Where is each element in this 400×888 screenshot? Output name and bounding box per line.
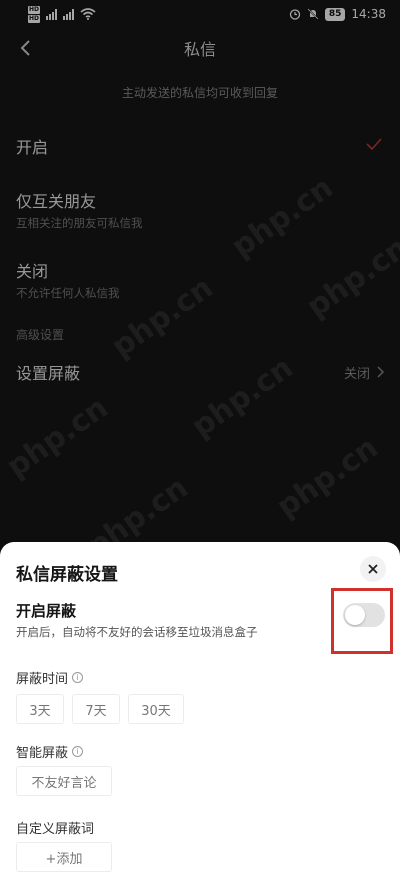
smart-shield-text: 智能屏蔽 bbox=[16, 746, 69, 761]
custom-words-options: +添加 bbox=[16, 842, 112, 872]
enable-shield-toggle[interactable] bbox=[343, 603, 385, 627]
smart-shield-label: 智能屏蔽 i bbox=[16, 742, 84, 761]
shield-time-text: 屏蔽时间 bbox=[16, 672, 69, 687]
close-icon bbox=[368, 564, 378, 574]
time-option-30d[interactable]: 30天 bbox=[128, 694, 184, 724]
close-button[interactable] bbox=[360, 556, 386, 582]
toggle-knob bbox=[345, 605, 365, 625]
smart-shield-options: 不友好言论 bbox=[16, 766, 112, 796]
shield-time-label: 屏蔽时间 i bbox=[16, 668, 84, 687]
add-word-button[interactable]: +添加 bbox=[16, 842, 112, 872]
enable-shield-title: 开启屏蔽 bbox=[16, 602, 77, 620]
enable-shield-desc: 开启后，自动将不友好的会话移至垃圾消息盒子 bbox=[16, 625, 258, 639]
custom-words-text: 自定义屏蔽词 bbox=[16, 822, 95, 837]
info-icon[interactable]: i bbox=[72, 746, 84, 757]
time-option-3d[interactable]: 3天 bbox=[16, 694, 64, 724]
smart-option-unfriendly[interactable]: 不友好言论 bbox=[16, 766, 112, 796]
time-option-7d[interactable]: 7天 bbox=[72, 694, 120, 724]
shield-settings-sheet: 私信屏蔽设置 开启屏蔽 开启后，自动将不友好的会话移至垃圾消息盒子 屏蔽时间 i… bbox=[0, 542, 400, 888]
sheet-title: 私信屏蔽设置 bbox=[16, 565, 118, 585]
shield-time-options: 3天 7天 30天 bbox=[16, 694, 184, 724]
custom-words-label: 自定义屏蔽词 bbox=[16, 818, 94, 837]
info-icon[interactable]: i bbox=[72, 672, 84, 683]
